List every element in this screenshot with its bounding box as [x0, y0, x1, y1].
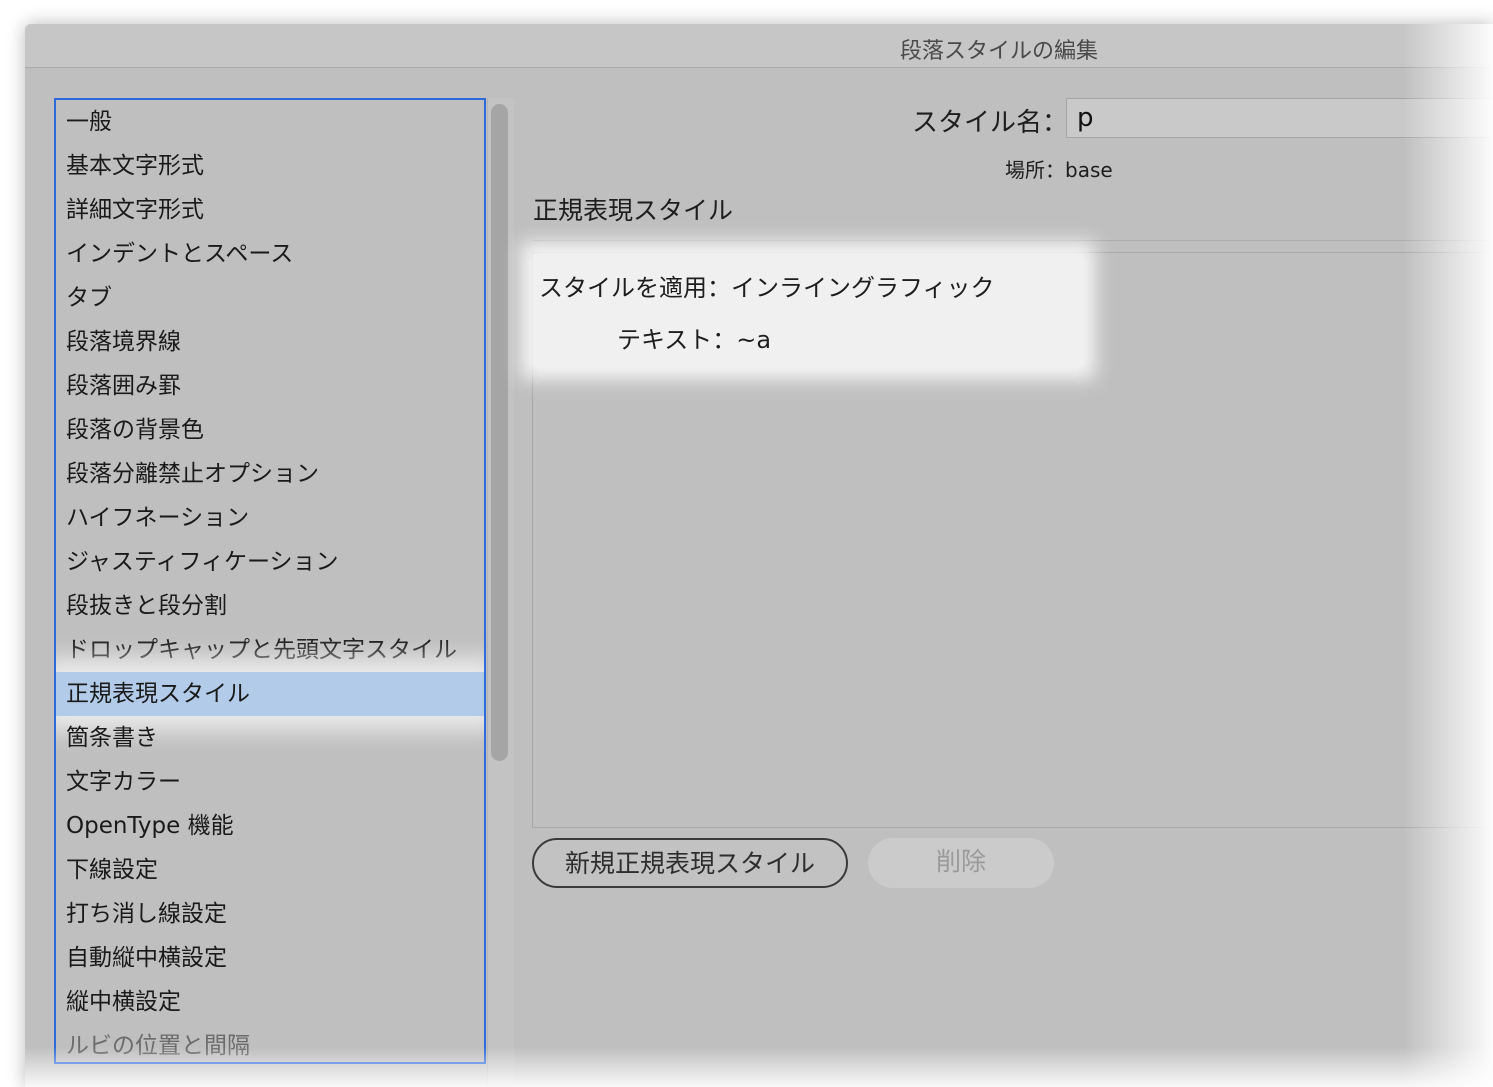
section-divider: [533, 240, 1493, 241]
list-item-span-split-columns[interactable]: 段抜きと段分割: [56, 584, 484, 628]
apply-style-text[interactable]: スタイルを適用：インライングラフィック: [539, 268, 995, 303]
list-item-hyphenation[interactable]: ハイフネーション: [56, 496, 484, 540]
list-item-opentype-features[interactable]: OpenType 機能: [56, 804, 484, 848]
list-item-auto-tate-chu-yoko[interactable]: 自動縦中横設定: [56, 936, 484, 980]
list-item-justification[interactable]: ジャスティフィケーション: [56, 540, 484, 584]
delete-button[interactable]: 削除: [868, 838, 1054, 888]
list-item-grep-style[interactable]: 正規表現スタイル: [56, 672, 484, 716]
list-item-indents-and-spacing[interactable]: インデントとスペース: [56, 232, 484, 276]
list-item-ruby-placement[interactable]: ルビの位置と間隔: [56, 1024, 484, 1062]
list-item-paragraph-shading[interactable]: 段落の背景色: [56, 408, 484, 452]
list-item-keep-options[interactable]: 段落分離禁止オプション: [56, 452, 484, 496]
list-item-general[interactable]: 一般: [56, 100, 484, 144]
list-item-basic-character-formats[interactable]: 基本文字形式: [56, 144, 484, 188]
style-name-label: スタイル名：: [912, 108, 1069, 138]
list-item-strikethrough-options[interactable]: 打ち消し線設定: [56, 892, 484, 936]
list-scrollbar-thumb[interactable]: [491, 104, 508, 761]
list-item-drop-caps[interactable]: ドロップキャップと先頭文字スタイル: [56, 628, 484, 672]
location-text: 場所：base: [1005, 158, 1113, 182]
title-bar[interactable]: 段落スタイルの編集: [25, 24, 1493, 68]
list-item-advanced-character-formats[interactable]: 詳細文字形式: [56, 188, 484, 232]
list-item-underline-options[interactable]: 下線設定: [56, 848, 484, 892]
grep-text-expression[interactable]: テキスト：~a: [617, 320, 771, 355]
grep-rule-row[interactable]: スタイルを適用：インライングラフィック テキスト：~a: [533, 254, 1083, 367]
style-name-input[interactable]: [1066, 98, 1493, 138]
category-list[interactable]: 一般 基本文字形式 詳細文字形式 インデントとスペース タブ 段落境界線 段落囲…: [54, 98, 486, 1064]
list-item-paragraph-border[interactable]: 段落囲み罫: [56, 364, 484, 408]
section-title: 正規表現スタイル: [533, 196, 734, 225]
dialog-window: 段落スタイルの編集 一般 基本文字形式 詳細文字形式 インデントとスペース タブ…: [25, 24, 1493, 1087]
list-item-tate-chu-yoko[interactable]: 縦中横設定: [56, 980, 484, 1024]
list-item-character-color[interactable]: 文字カラー: [56, 760, 484, 804]
new-grep-style-button[interactable]: 新規正規表現スタイル: [532, 838, 848, 888]
list-item-bullets-numbering[interactable]: 箇条書き: [56, 716, 484, 760]
list-item-paragraph-rules[interactable]: 段落境界線: [56, 320, 484, 364]
list-item-tabs[interactable]: タブ: [56, 276, 484, 320]
window-title: 段落スタイルの編集: [900, 39, 1099, 64]
